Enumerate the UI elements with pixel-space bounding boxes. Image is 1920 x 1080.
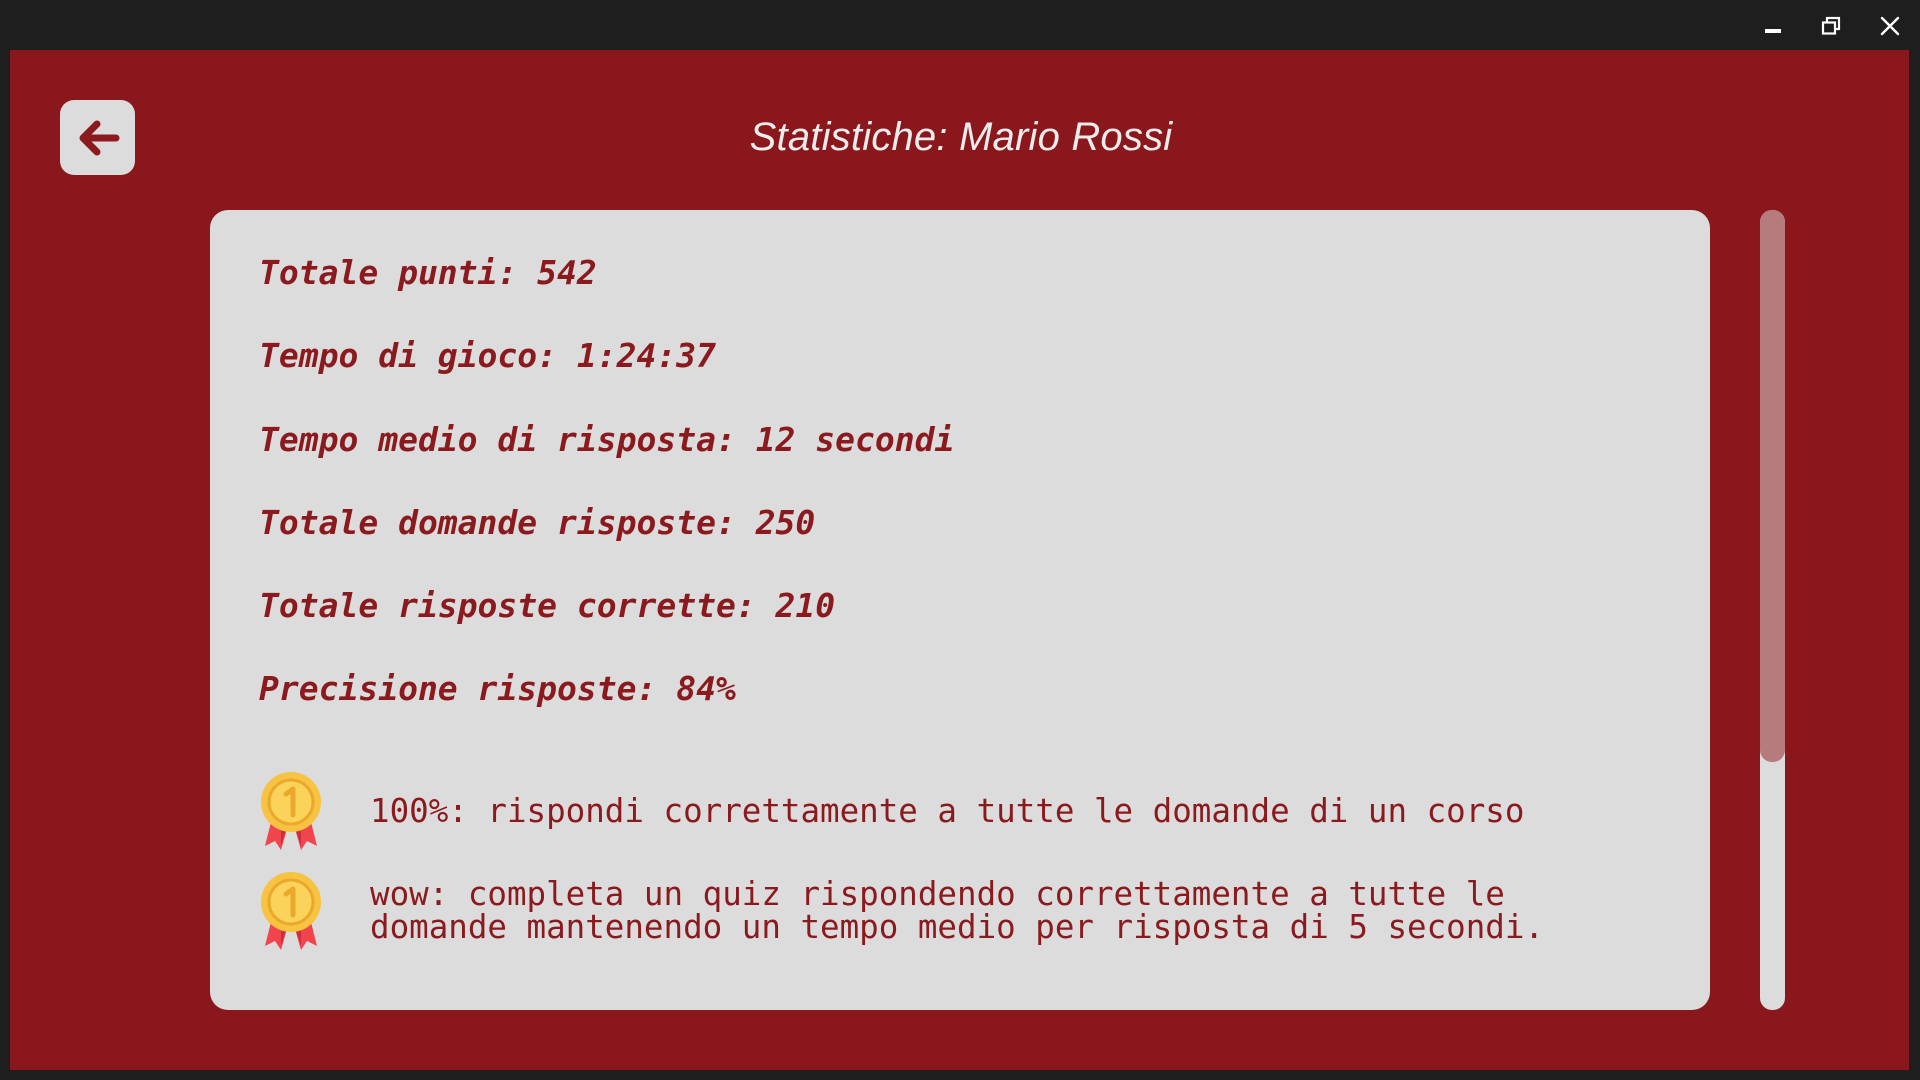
restore-icon: [1821, 16, 1841, 35]
scrollbar-thumb[interactable]: [1760, 210, 1785, 762]
minimize-button[interactable]: [1753, 10, 1793, 42]
achievement-description-line: 100%: rispondi correttamente a tutte le …: [370, 791, 1525, 830]
stat-total-points: Totale punti: 542: [259, 253, 597, 292]
minimize-icon: [1765, 29, 1781, 33]
achievement-item: 100%: rispondi correttamente a tutte le …: [259, 770, 1524, 852]
achievement-item: wow: completa un quiz rispondendo corret…: [259, 870, 1544, 952]
achievement-description: 100%: rispondi correttamente a tutte le …: [370, 791, 1525, 830]
close-icon: [1880, 16, 1900, 36]
scrollbar-track[interactable]: [1760, 210, 1785, 1010]
stat-play-time: Tempo di gioco: 1:24:37: [259, 336, 716, 376]
stat-answer-accuracy: Precisione risposte: 84%: [259, 669, 736, 709]
page-title: Statistiche: Mario Rossi: [749, 115, 1173, 159]
achievement-description-line: domande mantenendo un tempo medio per ri…: [370, 908, 1544, 946]
stats-list: Totale punti: 542 Tempo di gioco: 1:24:3…: [259, 248, 954, 748]
stat-total-questions-answered: Totale domande risposte: 250: [259, 502, 816, 542]
close-button[interactable]: [1870, 10, 1910, 42]
window-titlebar: [0, 0, 1920, 50]
stats-panel: Totale punti: 542 Tempo di gioco: 1:24:3…: [210, 210, 1710, 1010]
stat-total-correct-answers: Totale risposte corrette: 210: [259, 586, 836, 626]
medal-icon: [261, 872, 321, 950]
stat-average-response-time: Tempo medio di risposta: 12 secondi: [259, 419, 955, 459]
achievement-description: wow: completa un quiz rispondendo corret…: [370, 878, 1544, 944]
medal-icon: [261, 772, 321, 850]
achievement-description-line: wow: completa un quiz rispondendo corret…: [370, 875, 1505, 913]
app-window: Statistiche: Mario Rossi Totale punti: 5…: [10, 50, 1909, 1070]
restore-button[interactable]: [1811, 10, 1851, 42]
